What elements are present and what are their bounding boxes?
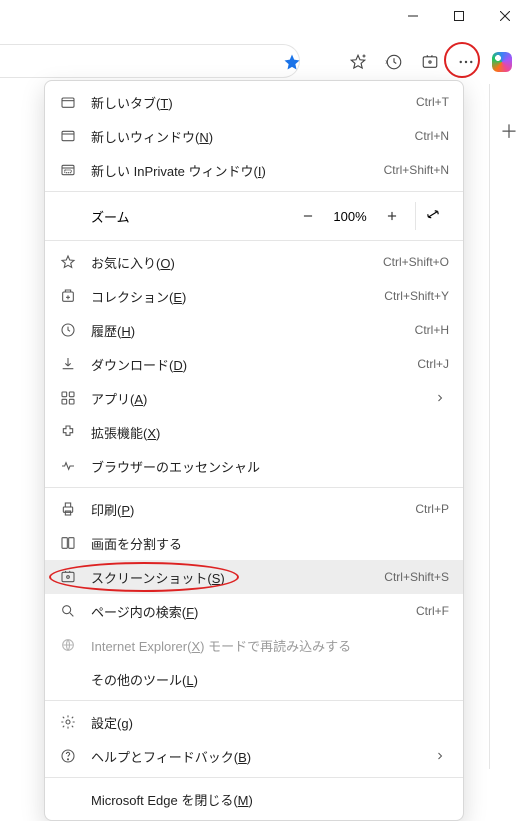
menu-label: スクリーンショット(S) <box>91 568 372 587</box>
menu-new-inprivate[interactable]: 新しい InPrivate ウィンドウ(I) Ctrl+Shift+N <box>45 153 463 187</box>
menu-label: 拡張機能(X) <box>91 423 449 442</box>
menu-label: 設定(g) <box>91 713 449 732</box>
menu-screenshot[interactable]: スクリーンショット(S) Ctrl+Shift+S <box>45 560 463 594</box>
menu-more-tools[interactable]: その他のツール(L) <box>45 662 463 696</box>
menu-shortcut: Ctrl+T <box>416 95 449 109</box>
menu-ie-mode: Internet Explorer(X) モードで再読み込みする <box>45 628 463 662</box>
inprivate-icon <box>59 161 77 179</box>
heartbeat-icon <box>59 457 77 475</box>
menu-shortcut: Ctrl+H <box>415 323 449 337</box>
menu-label: ヘルプとフィードバック(B) <box>91 747 431 766</box>
menu-label: Internet Explorer(X) モードで再読み込みする <box>91 636 449 655</box>
menu-label: アプリ(A) <box>91 389 431 408</box>
history-icon[interactable] <box>376 44 412 80</box>
menu-print[interactable]: 印刷(P) Ctrl+P <box>45 492 463 526</box>
settings-menu: 新しいタブ(T) Ctrl+T 新しいウィンドウ(N) Ctrl+N 新しい I… <box>44 80 464 821</box>
window-icon <box>59 127 77 145</box>
menu-label: 履歴(H) <box>91 321 403 340</box>
menu-shortcut: Ctrl+Shift+N <box>384 163 449 177</box>
menu-new-window[interactable]: 新しいウィンドウ(N) Ctrl+N <box>45 119 463 153</box>
fullscreen-button[interactable] <box>415 202 449 230</box>
extensions-icon <box>59 423 77 441</box>
menu-collections[interactable]: コレクション(E) Ctrl+Shift+Y <box>45 279 463 313</box>
menu-separator <box>45 487 463 488</box>
menu-apps[interactable]: アプリ(A) <box>45 381 463 415</box>
print-icon <box>59 500 77 518</box>
chevron-right-icon <box>431 747 449 765</box>
menu-label: その他のツール(L) <box>91 670 431 689</box>
window-minimize-button[interactable] <box>390 0 436 32</box>
menu-shortcut: Ctrl+Shift+Y <box>384 289 449 303</box>
menu-favorites[interactable]: お気に入り(O) Ctrl+Shift+O <box>45 245 463 279</box>
gear-icon <box>59 713 77 731</box>
collections-icon <box>59 287 77 305</box>
add-favorite-icon[interactable] <box>340 44 376 80</box>
sidebar-add-button[interactable]: ＋ <box>500 118 518 144</box>
zoom-value: 100% <box>325 209 375 224</box>
menu-label: 新しい InPrivate ウィンドウ(I) <box>91 161 372 180</box>
ie-icon <box>59 636 77 654</box>
menu-separator <box>45 191 463 192</box>
menu-separator <box>45 700 463 701</box>
menu-split-screen[interactable]: 画面を分割する <box>45 526 463 560</box>
menu-separator <box>45 777 463 778</box>
split-icon <box>59 534 77 552</box>
options-button[interactable] <box>448 44 484 80</box>
zoom-in-button[interactable] <box>375 202 409 230</box>
menu-label: 画面を分割する <box>91 534 449 553</box>
window-close-button[interactable] <box>482 0 528 32</box>
menu-label: 新しいウィンドウ(N) <box>91 127 403 146</box>
screenshot-icon <box>59 568 77 586</box>
history-icon <box>59 321 77 339</box>
browser-toolbar <box>0 42 528 82</box>
menu-shortcut: Ctrl+F <box>416 604 449 618</box>
download-icon <box>59 355 77 373</box>
menu-shortcut: Ctrl+J <box>417 357 449 371</box>
menu-label: お気に入り(O) <box>91 253 371 272</box>
zoom-label: ズーム <box>91 207 291 226</box>
menu-close-edge[interactable]: Microsoft Edge を閉じる(M) <box>45 782 463 816</box>
menu-label: コレクション(E) <box>91 287 372 306</box>
window-maximize-button[interactable] <box>436 0 482 32</box>
tab-icon <box>59 93 77 111</box>
menu-label: Microsoft Edge を閉じる(M) <box>91 790 449 809</box>
sidebar-divider <box>489 84 490 769</box>
menu-separator <box>45 240 463 241</box>
menu-extensions[interactable]: 拡張機能(X) <box>45 415 463 449</box>
menu-label: 印刷(P) <box>91 500 403 519</box>
menu-label: ページ内の検索(F) <box>91 602 404 621</box>
menu-label: ブラウザーのエッセンシャル <box>91 457 449 476</box>
zoom-out-button[interactable] <box>291 202 325 230</box>
help-icon <box>59 747 77 765</box>
menu-shortcut: Ctrl+P <box>415 502 449 516</box>
menu-shortcut: Ctrl+N <box>415 129 449 143</box>
menu-label: ダウンロード(D) <box>91 355 405 374</box>
menu-settings[interactable]: 設定(g) <box>45 705 463 739</box>
copilot-icon[interactable] <box>484 44 520 80</box>
menu-label: 新しいタブ(T) <box>91 93 404 112</box>
menu-find[interactable]: ページ内の検索(F) Ctrl+F <box>45 594 463 628</box>
menu-essentials[interactable]: ブラウザーのエッセンシャル <box>45 449 463 483</box>
menu-help[interactable]: ヘルプとフィードバック(B) <box>45 739 463 773</box>
favorite-star-icon[interactable] <box>274 44 310 80</box>
menu-history[interactable]: 履歴(H) Ctrl+H <box>45 313 463 347</box>
menu-shortcut: Ctrl+Shift+S <box>384 570 449 584</box>
menu-new-tab[interactable]: 新しいタブ(T) Ctrl+T <box>45 85 463 119</box>
star-icon <box>59 253 77 271</box>
chevron-right-icon <box>431 389 449 407</box>
screenshot-toolbar-icon[interactable] <box>412 44 448 80</box>
menu-shortcut: Ctrl+Shift+O <box>383 255 449 269</box>
menu-zoom-row: ズーム 100% <box>45 196 463 236</box>
menu-downloads[interactable]: ダウンロード(D) Ctrl+J <box>45 347 463 381</box>
apps-icon <box>59 389 77 407</box>
search-icon <box>59 602 77 620</box>
